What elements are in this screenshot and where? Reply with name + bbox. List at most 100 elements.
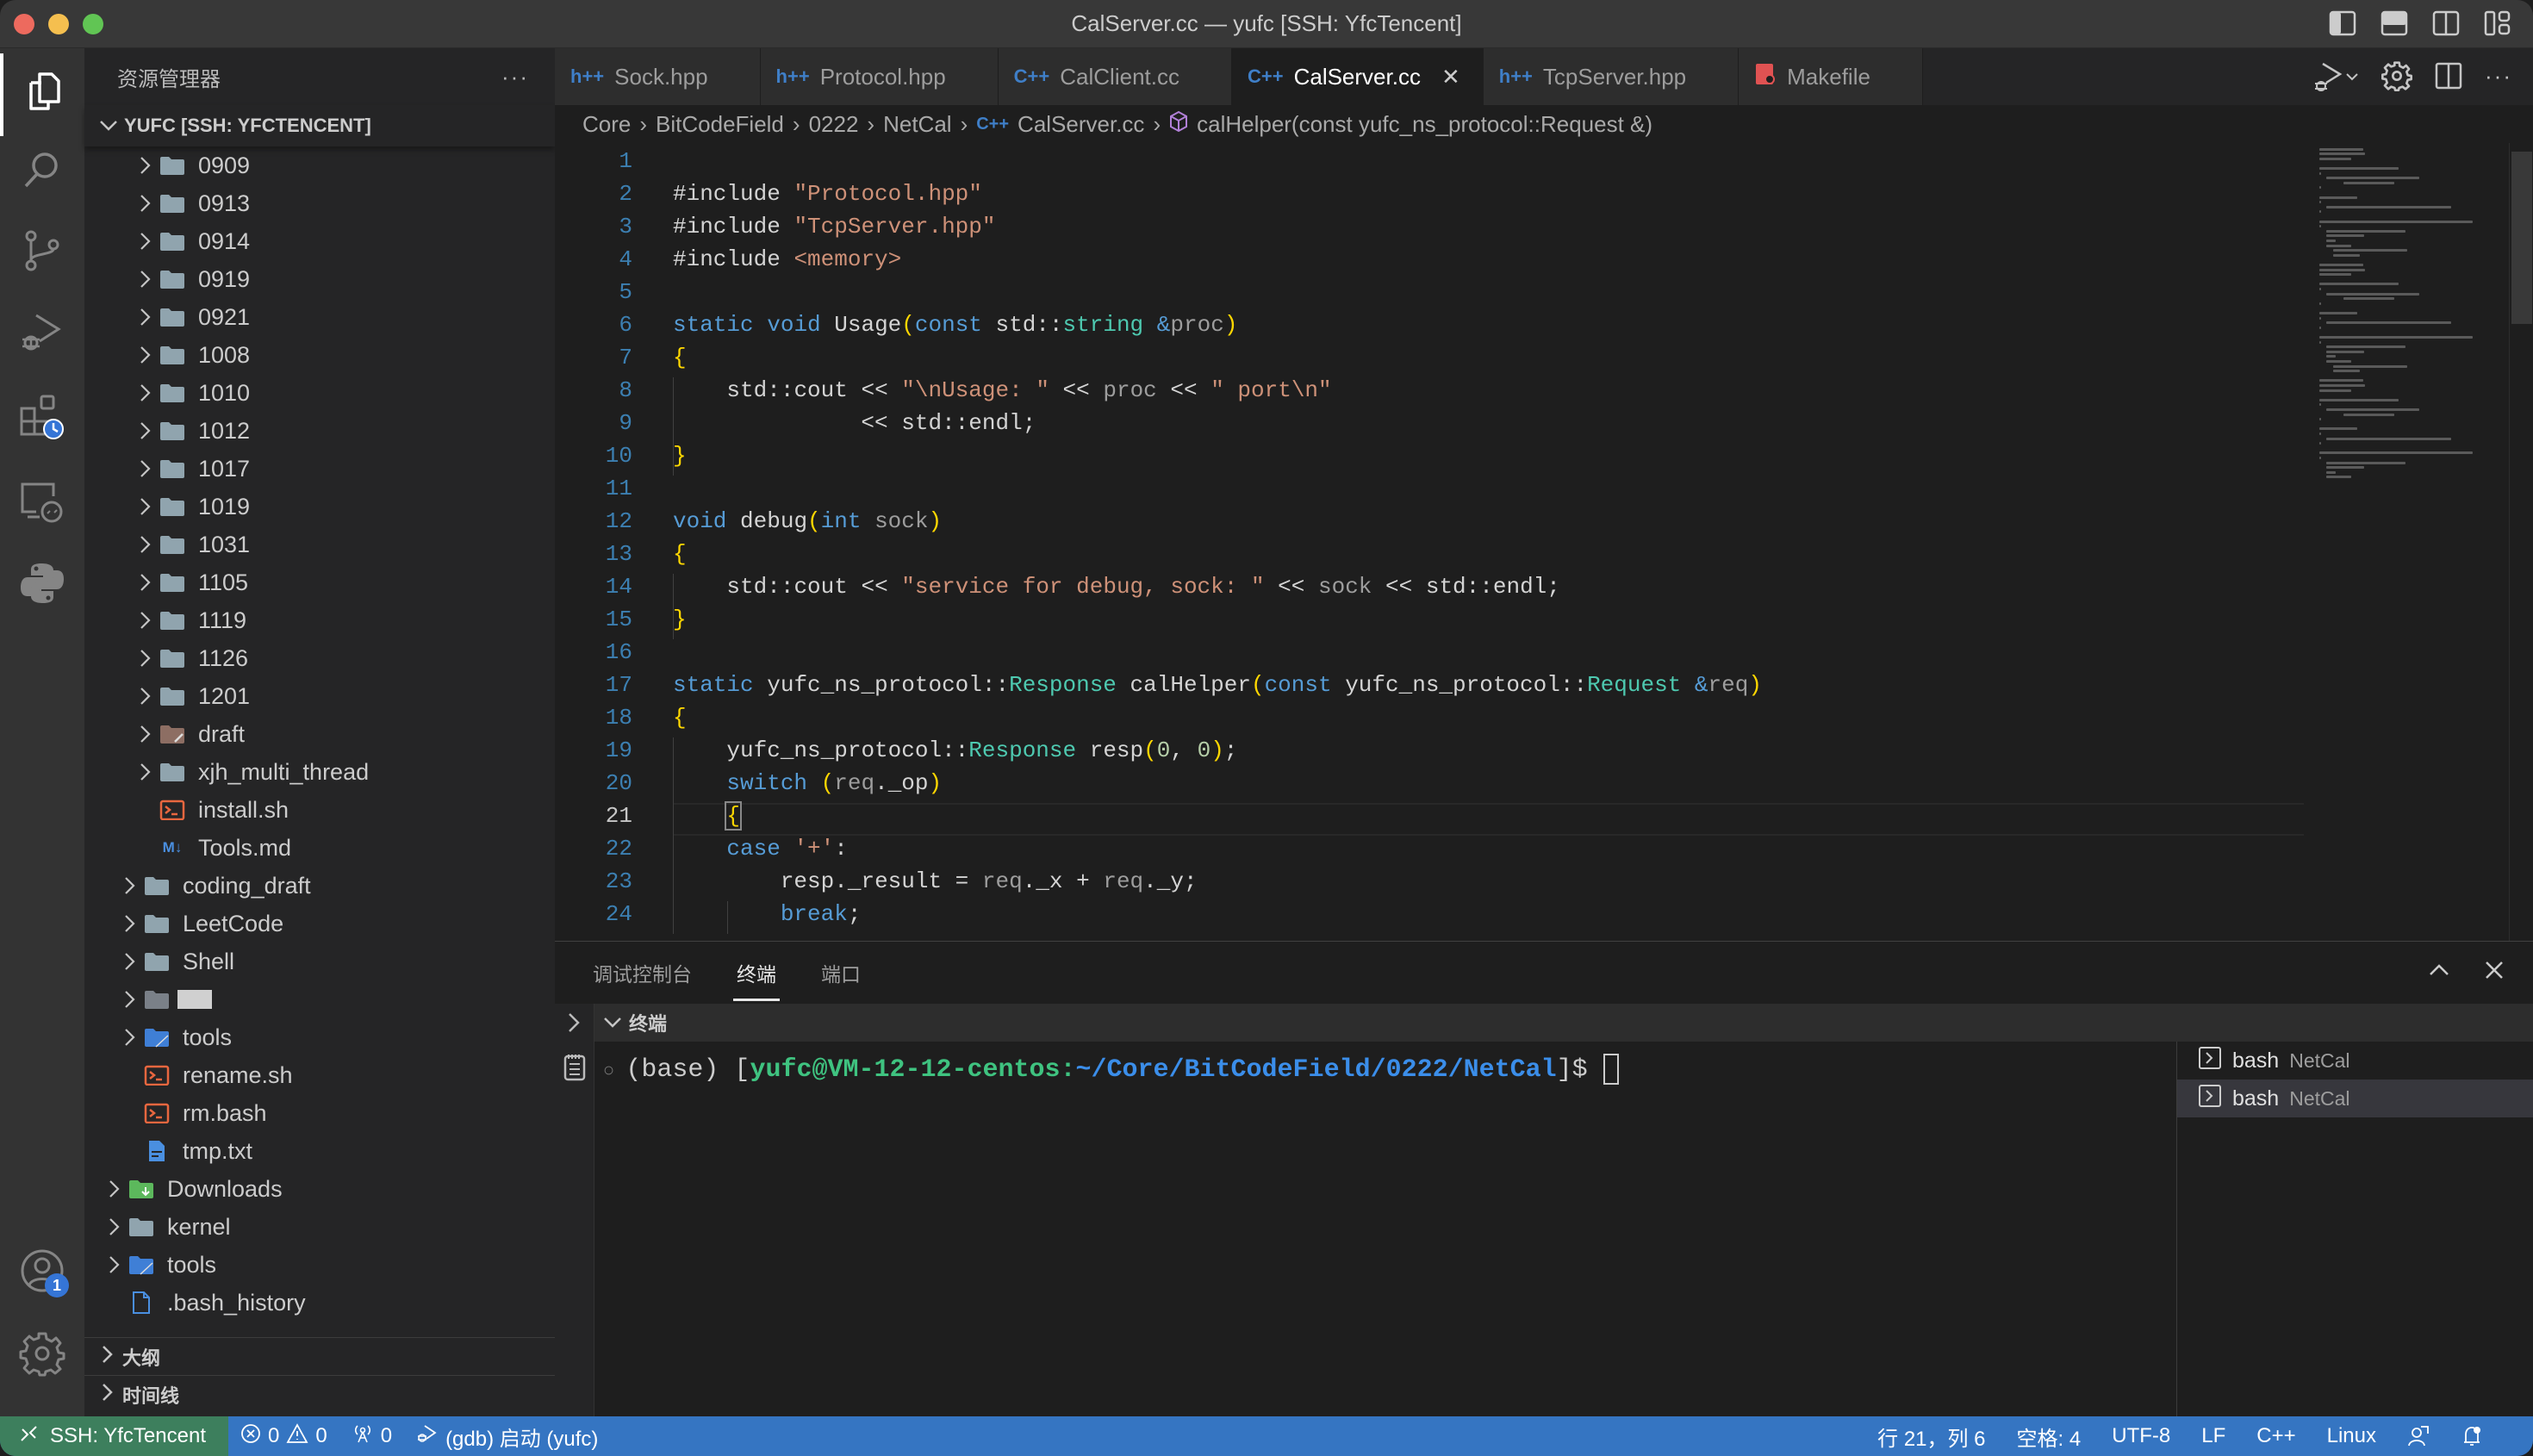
toggle-primary-sidebar-icon[interactable] [2328, 9, 2357, 38]
tree-item[interactable]: 1201 [84, 677, 555, 715]
editor-vertical-scrollbar[interactable] [2509, 143, 2533, 941]
source-control-icon[interactable] [19, 227, 65, 274]
breadcrumb-item[interactable]: calHelper(const yufc_ns_protocol::Reques… [1197, 111, 1652, 138]
tree-item[interactable]: install.sh [84, 791, 555, 829]
toggle-secondary-sidebar-icon[interactable] [2431, 9, 2461, 38]
tree-item[interactable]: rename.sh [84, 1056, 555, 1094]
split-editor-icon[interactable] [2433, 60, 2464, 99]
tree-item[interactable]: LeetCode [84, 905, 555, 943]
chevron-right-icon[interactable] [565, 1011, 582, 1039]
tree-item[interactable]: M↓ Tools.md [84, 829, 555, 867]
language-mode[interactable]: C++ [2241, 1424, 2311, 1448]
live-share-icon[interactable] [2392, 1425, 2445, 1447]
tree-item-label: LeetCode [183, 910, 284, 936]
close-panel-icon[interactable] [2481, 957, 2507, 987]
os-indicator[interactable]: Linux [2312, 1424, 2392, 1448]
tree-item[interactable]: kernel [84, 1208, 555, 1246]
breadcrumb-item[interactable]: CalServer.cc [1018, 111, 1144, 138]
tree-item[interactable]: Shell [84, 943, 555, 980]
minimap-line [2319, 403, 2322, 407]
tree-item[interactable]: tools [84, 1246, 555, 1284]
timeline-section[interactable]: 时间线 [84, 1375, 555, 1413]
breadcrumb-item[interactable]: 0222 [809, 111, 859, 138]
tree-item[interactable]: 1031 [84, 526, 555, 563]
cursor-position[interactable]: 行 21，列 6 [1862, 1422, 2001, 1452]
close-tab-icon[interactable]: ✕ [1441, 64, 1460, 90]
chevron-right-icon [133, 456, 159, 482]
tree-item[interactable]: 1017 [84, 450, 555, 488]
ports-indicator[interactable]: 0 [339, 1423, 404, 1450]
tree-item[interactable]: xjh_multi_thread [84, 753, 555, 791]
indentation[interactable]: 空格: 4 [2001, 1422, 2097, 1452]
tree-item[interactable]: coding_draft [84, 867, 555, 905]
notepad-icon[interactable] [563, 1052, 586, 1086]
accounts-icon[interactable]: 1 [19, 1248, 69, 1297]
customize-layout-icon[interactable] [2483, 9, 2512, 38]
settings-gear-icon[interactable] [2381, 60, 2413, 99]
more-actions-icon[interactable]: ··· [2485, 60, 2512, 99]
tree-item[interactable]: .bash_history [84, 1284, 555, 1322]
workspace-root-folder[interactable]: YUFC [SSH: YFCTENCENT] [84, 105, 555, 146]
tree-item[interactable]: 1008 [84, 336, 555, 374]
remote-indicator[interactable]: SSH: YfcTencent [0, 1416, 228, 1456]
scrollbar-thumb[interactable] [2511, 152, 2532, 324]
terminal-icon [2198, 1046, 2222, 1076]
panel-tab[interactable]: 终端 [733, 953, 780, 1001]
toggle-panel-icon[interactable] [2380, 9, 2409, 38]
run-and-debug-icon[interactable] [19, 310, 65, 357]
tab-protocol-hpp[interactable]: h++ Protocol.hpp [760, 48, 999, 105]
debug-launch-indicator[interactable]: (gdb) 启动 (yufc) [404, 1422, 610, 1452]
tree-item[interactable] [84, 980, 555, 1018]
line-number: 17 [605, 672, 632, 698]
code-line: break; [780, 901, 862, 927]
notifications-bell-icon[interactable] [2445, 1425, 2499, 1447]
panel-tab[interactable]: 调试控制台 [589, 953, 695, 992]
explorer-more-actions-button[interactable]: ··· [501, 64, 529, 90]
tree-item[interactable]: tmp.txt [84, 1132, 555, 1170]
draft-folder-icon [159, 722, 186, 746]
search-icon[interactable] [19, 146, 65, 193]
tree-item[interactable]: rm.bash [84, 1094, 555, 1132]
run-debug-dropdown-icon[interactable] [2312, 60, 2361, 99]
maximize-panel-icon[interactable] [2426, 957, 2452, 987]
terminal-section-header[interactable]: 终端 [594, 1004, 2533, 1042]
tree-item[interactable]: 0909 [84, 146, 555, 184]
tab-makefile[interactable]: Makefile [1739, 48, 1923, 105]
tree-item[interactable]: 1119 [84, 601, 555, 639]
terminal-instance[interactable]: bash NetCal [2177, 1042, 2533, 1080]
code-editor[interactable]: 1 2 #include "Protocol.hpp" 3 #include "TcpS… [555, 143, 2304, 941]
outline-section[interactable]: 大纲 [84, 1337, 555, 1375]
tree-item[interactable]: 0914 [84, 222, 555, 260]
breadcrumb-item[interactable]: BitCodeField [656, 111, 784, 138]
minimap[interactable] [2312, 143, 2502, 505]
tab-sock-hpp[interactable]: h++ Sock.hpp [555, 48, 761, 105]
problems-indicator[interactable]: 0 0 [228, 1422, 339, 1450]
line-number: 4 [619, 246, 632, 272]
tree-item[interactable]: draft [84, 715, 555, 753]
end-of-line[interactable]: LF [2186, 1424, 2241, 1448]
tree-item[interactable]: 0919 [84, 260, 555, 298]
tree-item[interactable]: 1010 [84, 374, 555, 412]
tree-item[interactable]: 1019 [84, 488, 555, 526]
terminal-output[interactable]: ○ (base) [yufc@VM-12-12-centos:~/Core/Bi… [594, 1042, 2214, 1416]
remote-extensions-icon[interactable] [19, 393, 65, 439]
tree-item[interactable]: 1105 [84, 563, 555, 601]
breadcrumb-item[interactable]: Core [582, 111, 631, 138]
tree-item[interactable]: 1012 [84, 412, 555, 450]
tree-item[interactable]: 0913 [84, 184, 555, 222]
remote-explorer-icon[interactable] [19, 479, 65, 526]
terminal-instance[interactable]: bash NetCal [2177, 1080, 2533, 1117]
tab-tcpserver-hpp[interactable]: h++ TcpServer.hpp [1483, 48, 1739, 105]
panel-tab[interactable]: 端口 [818, 953, 864, 992]
manage-gear-icon[interactable] [19, 1330, 65, 1377]
encoding[interactable]: UTF-8 [2096, 1424, 2186, 1448]
explorer-icon[interactable] [19, 67, 65, 114]
tab-calclient-cc[interactable]: C++ CalClient.cc [998, 48, 1232, 105]
tab-calserver-cc[interactable]: C++ CalServer.cc ✕ [1231, 48, 1484, 105]
tree-item[interactable]: 0921 [84, 298, 555, 336]
python-icon[interactable] [19, 560, 65, 607]
tree-item[interactable]: tools [84, 1018, 555, 1056]
tree-item[interactable]: Downloads [84, 1170, 555, 1208]
breadcrumb-item[interactable]: NetCal [883, 111, 951, 138]
tree-item[interactable]: 1126 [84, 639, 555, 677]
